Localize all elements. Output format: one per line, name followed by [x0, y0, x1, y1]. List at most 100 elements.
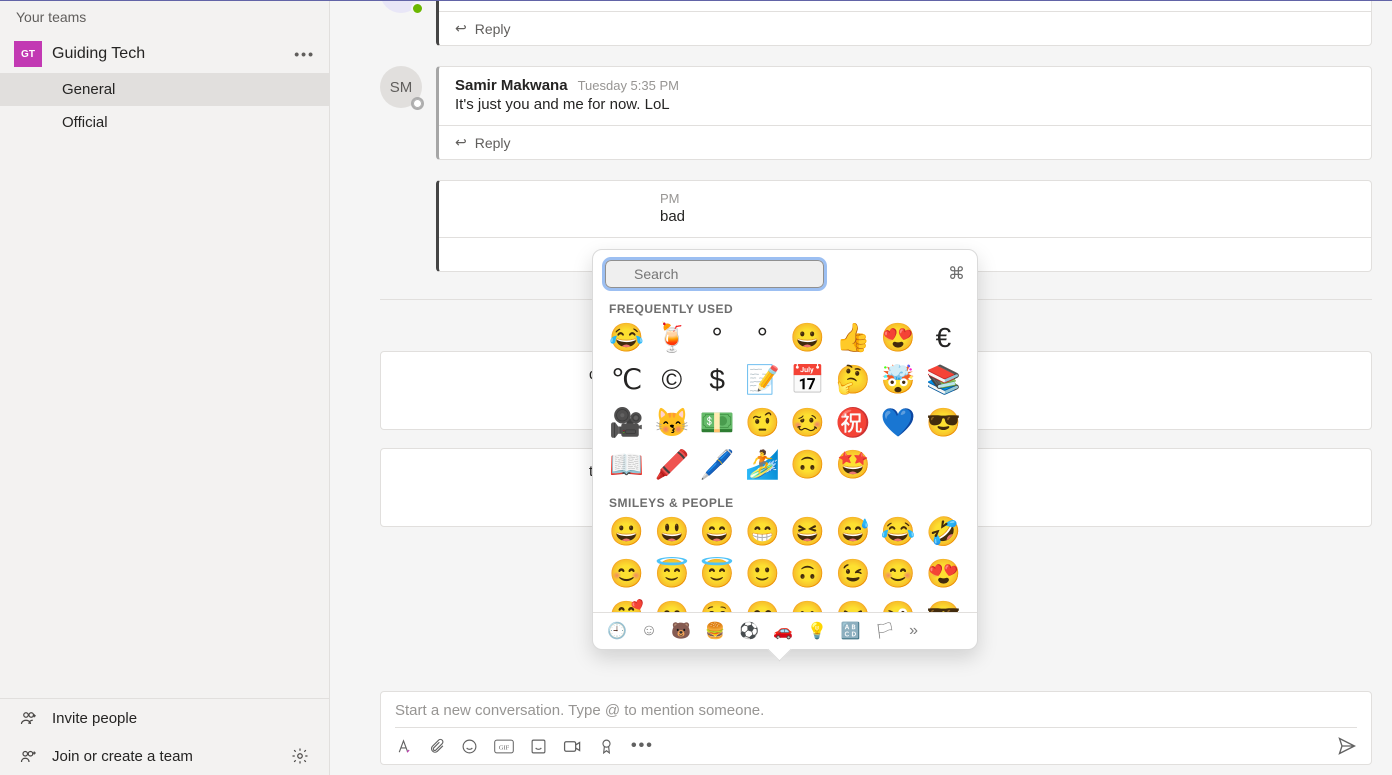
team-header[interactable]: GT Guiding Tech ••• [0, 35, 329, 73]
tab-more-icon[interactable]: » [909, 622, 918, 640]
emoji-item[interactable]: 😍 [924, 556, 963, 592]
reply-label: Reply [475, 21, 511, 37]
emoji-item[interactable]: ° [698, 320, 737, 356]
message-thread: P Hello Everyone ↪ Reply [380, 1, 1372, 46]
settings-icon[interactable] [291, 747, 309, 765]
emoji-item[interactable]: 🥰 [607, 598, 646, 611]
emoji-item[interactable]: 👍 [833, 320, 872, 356]
tab-symbols-icon[interactable]: 🔠 [841, 621, 861, 641]
avatar-initial: SM [390, 79, 413, 96]
emoji-item[interactable]: 📚 [924, 362, 963, 398]
emoji-item[interactable]: 🥴 [788, 405, 827, 441]
emoji-item[interactable]: 😆 [788, 514, 827, 550]
emoji-item[interactable]: 🖍️ [652, 447, 691, 483]
emoji-item[interactable]: 🤯 [879, 362, 918, 398]
emoji-item[interactable]: 😀 [607, 514, 646, 550]
composer-input[interactable] [395, 702, 1357, 727]
emoji-item[interactable]: 📅 [788, 362, 827, 398]
invite-people-button[interactable]: Invite people [0, 699, 329, 737]
message-body: Hello Everyone [439, 1, 1371, 11]
emoji-item[interactable]: 😀 [788, 320, 827, 356]
emoji-item[interactable]: 🙂 [743, 556, 782, 592]
emoji-item[interactable]: 😜 [879, 598, 918, 611]
sticker-icon[interactable] [530, 738, 547, 755]
emoji-item[interactable]: 😂 [879, 514, 918, 550]
emoji-item[interactable]: 🤔 [833, 362, 872, 398]
emoji-item[interactable]: ㊗️ [833, 405, 872, 441]
emoji-item[interactable]: 💵 [698, 405, 737, 441]
attach-icon[interactable] [428, 738, 445, 755]
gif-icon[interactable]: GIF [494, 738, 514, 755]
tab-food-icon[interactable]: 🍔 [705, 621, 725, 641]
emoji-item[interactable]: 😝 [833, 598, 872, 611]
emoji-item[interactable]: 🤩 [833, 447, 872, 483]
emoji-item[interactable]: 😂 [607, 320, 646, 356]
more-icon[interactable]: ••• [631, 737, 654, 755]
emoji-item[interactable]: 😚 [698, 598, 737, 611]
emoji-section-title: FREQUENTLY USED [607, 296, 963, 320]
emoji-item[interactable]: 😄 [698, 514, 737, 550]
team-more-button[interactable]: ••• [294, 46, 315, 62]
keyboard-icon[interactable]: ⌘ [948, 264, 965, 284]
tab-objects-icon[interactable]: 💡 [807, 621, 827, 641]
emoji-item[interactable]: ° [743, 320, 782, 356]
emoji-section-title: SMILEYS & PEOPLE [607, 490, 963, 514]
tab-flags-icon[interactable]: 🏳 [875, 621, 895, 641]
emoji-item[interactable]: 😇 [698, 556, 737, 592]
emoji-item[interactable]: 😎 [924, 598, 963, 611]
tab-recent-icon[interactable]: 🕘 [607, 621, 627, 641]
emoji-item[interactable]: 😛 [788, 598, 827, 611]
join-create-team-button[interactable]: Join or create a team [0, 737, 329, 775]
emoji-item[interactable]: 😊 [607, 556, 646, 592]
channel-official[interactable]: Official [0, 106, 329, 139]
emoji-search-input[interactable] [605, 260, 824, 288]
tab-activity-icon[interactable]: ⚽ [739, 621, 759, 641]
tab-travel-icon[interactable]: 🚗 [773, 621, 793, 641]
emoji-item[interactable]: 😁 [743, 514, 782, 550]
send-icon[interactable] [1337, 736, 1357, 756]
team-add-icon [20, 747, 38, 765]
reply-button[interactable]: ↪ Reply [439, 125, 1371, 159]
emoji-item[interactable]: 💙 [879, 405, 918, 441]
emoji-item[interactable]: 🎥 [607, 405, 646, 441]
emoji-item[interactable]: 😊 [879, 556, 918, 592]
emoji-item[interactable]: 🤣 [924, 514, 963, 550]
format-icon[interactable] [395, 738, 412, 755]
emoji-item[interactable]: 📝 [743, 362, 782, 398]
emoji-item[interactable]: 😋 [743, 598, 782, 611]
emoji-item[interactable]: 📖 [607, 447, 646, 483]
emoji-item[interactable]: 🙃 [788, 556, 827, 592]
emoji-item[interactable]: 😅 [833, 514, 872, 550]
emoji-item[interactable]: 🏄 [743, 447, 782, 483]
emoji-item[interactable]: © [652, 362, 691, 398]
emoji-item[interactable]: 😉 [833, 556, 872, 592]
emoji-item[interactable]: 😎 [924, 405, 963, 441]
person-add-icon [20, 709, 38, 727]
emoji-item[interactable]: $ [698, 362, 737, 398]
tab-animals-icon[interactable]: 🐻 [671, 621, 691, 641]
reply-button[interactable]: ↪ Reply [439, 11, 1371, 45]
emoji-item[interactable]: ℃ [607, 362, 646, 398]
svg-text:GIF: GIF [499, 744, 510, 751]
your-teams-label: Your teams [0, 1, 329, 35]
emoji-grid-frequent: 😂🍹°°😀👍😍€℃©$📝📅🤔🤯📚🎥😽💵🤨🥴㊗️💙😎📖🖍️🖊️🏄🙃🤩 [607, 320, 963, 490]
emoji-grid-smileys: 😀😃😄😁😆😅😂🤣😊😇😇🙂🙃😉😊😍🥰😙😚😋😛😝😜😎 [607, 514, 963, 612]
emoji-item[interactable]: € [924, 320, 963, 356]
emoji-item[interactable]: 😽 [652, 405, 691, 441]
emoji-item[interactable]: 😃 [652, 514, 691, 550]
main-area: P Hello Everyone ↪ Reply SM Samir Makwan… [330, 1, 1392, 775]
emoji-item[interactable]: 🙃 [788, 447, 827, 483]
emoji-item[interactable]: 😍 [879, 320, 918, 356]
emoji-item[interactable]: 🖊️ [698, 447, 737, 483]
channel-general[interactable]: General [0, 73, 329, 106]
composer-toolbar: GIF ••• [395, 727, 1357, 756]
praise-icon[interactable] [598, 738, 615, 755]
timestamp: Tuesday 5:35 PM [578, 78, 679, 93]
emoji-item[interactable]: 😙 [652, 598, 691, 611]
emoji-item[interactable]: 😇 [652, 556, 691, 592]
emoji-item[interactable]: 🍹 [652, 320, 691, 356]
emoji-icon[interactable] [461, 738, 478, 755]
tab-smileys-icon[interactable]: ☺ [641, 622, 657, 640]
emoji-item[interactable]: 🤨 [743, 405, 782, 441]
meet-icon[interactable] [563, 738, 582, 755]
